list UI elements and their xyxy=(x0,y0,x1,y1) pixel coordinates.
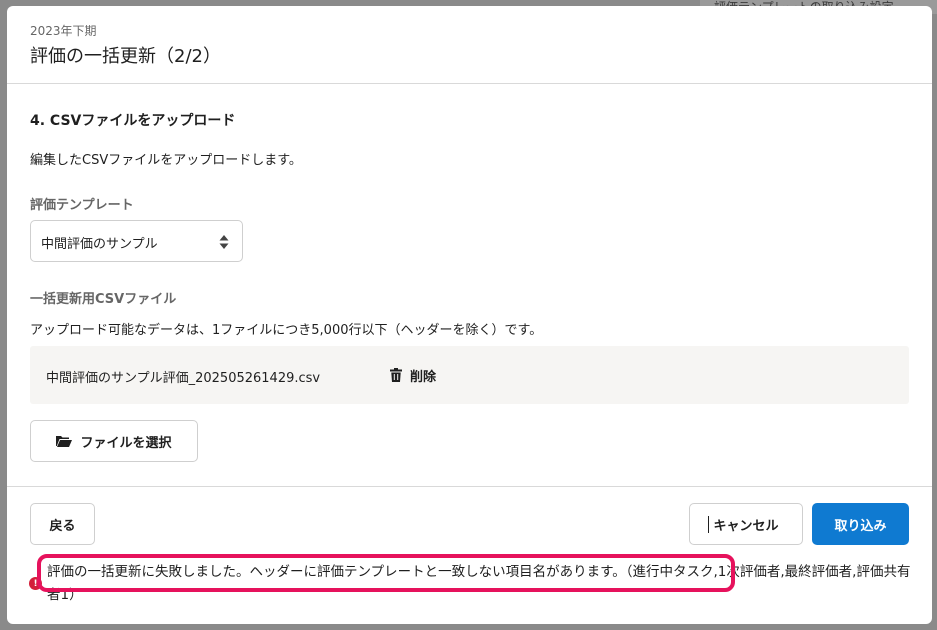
modal-title: 評価の一括更新（2/2） xyxy=(30,46,221,67)
uploaded-file-name: 中間評価のサンプル評価_202505261429.csv xyxy=(46,371,321,386)
delete-file-button[interactable]: 削除 xyxy=(386,363,440,387)
back-button[interactable]: 戻る xyxy=(30,503,95,545)
template-field-label: 評価テンプレート xyxy=(30,198,134,213)
error-message: 評価の一括更新に失敗しました。ヘッダーに評価テンプレートと一致しない項目名があり… xyxy=(47,564,911,603)
import-button[interactable]: 取り込み xyxy=(812,503,909,545)
select-file-label: ファイルを選択 xyxy=(80,435,172,451)
section-description: 編集したCSVファイルをアップロードします。 xyxy=(30,153,302,168)
error-circle-icon: ! xyxy=(29,577,42,590)
template-select-value: 中間評価のサンプル xyxy=(41,237,158,252)
select-file-button[interactable]: ファイルを選択 xyxy=(30,420,198,462)
bulk-update-modal: 2023年下期 評価の一括更新（2/2） 4. CSVファイルをアップロード 編… xyxy=(7,6,932,624)
back-label: 戻る xyxy=(49,518,76,534)
footer-divider xyxy=(7,486,932,487)
section-heading: 4. CSVファイルをアップロード xyxy=(30,113,236,129)
delete-file-label: 削除 xyxy=(410,369,437,385)
period-label: 2023年下期 xyxy=(30,24,97,38)
up-down-arrows-icon xyxy=(219,235,229,249)
cancel-label: キャンセル xyxy=(713,518,779,534)
template-select[interactable]: 中間評価のサンプル xyxy=(30,220,243,262)
modal-header: 2023年下期 評価の一括更新（2/2） xyxy=(7,6,932,84)
uploaded-file-box: 中間評価のサンプル評価_202505261429.csv 削除 xyxy=(30,346,909,404)
text-cursor xyxy=(708,516,709,533)
cancel-button[interactable]: キャンセル xyxy=(689,503,803,545)
csv-field-label: 一括更新用CSVファイル xyxy=(30,292,177,307)
import-label: 取り込み xyxy=(834,518,887,534)
csv-upload-note: アップロード可能なデータは、1ファイルにつき5,000行以下（ヘッダーを除く）で… xyxy=(30,323,543,338)
trash-icon xyxy=(390,368,402,382)
folder-open-icon xyxy=(56,436,73,447)
